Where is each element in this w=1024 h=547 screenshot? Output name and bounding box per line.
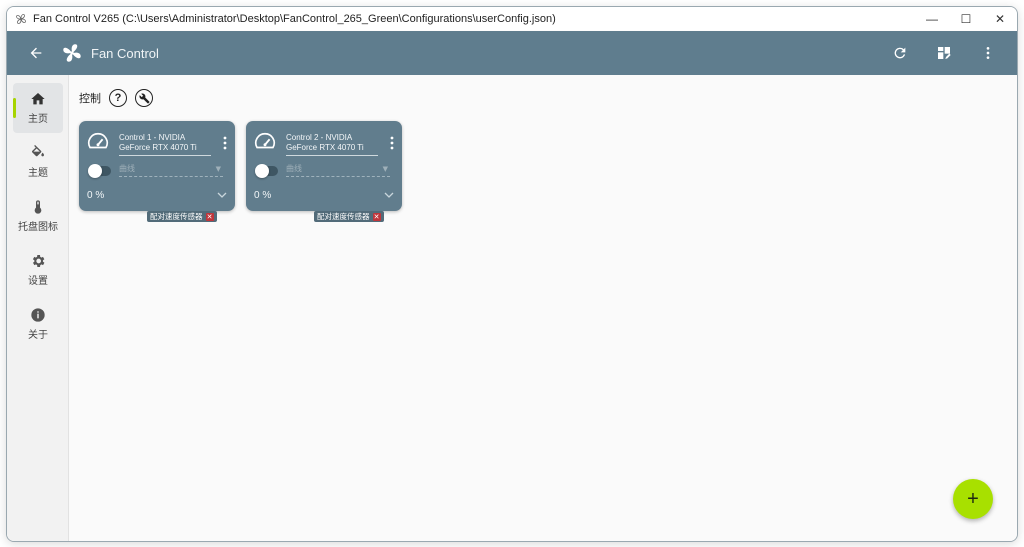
close-icon[interactable]: ✕ bbox=[205, 212, 214, 221]
refresh-icon[interactable] bbox=[885, 38, 915, 68]
thermometer-icon bbox=[34, 200, 42, 214]
title-bar: Fan Control V265 (C:\Users\Administrator… bbox=[7, 7, 1017, 31]
curve-select[interactable]: 曲线 ▼ bbox=[119, 163, 223, 177]
control-percent: 0 % bbox=[254, 190, 272, 201]
sidebar-item-label: 托盘图标 bbox=[18, 222, 58, 233]
help-icon[interactable]: ? bbox=[109, 89, 127, 107]
app-window: Fan Control V265 (C:\Users\Administrator… bbox=[6, 6, 1018, 542]
sidebar-item-label: 设置 bbox=[28, 276, 48, 287]
control-name[interactable]: Control 2 - NVIDIA GeForce RTX 4070 Ti bbox=[286, 133, 378, 156]
control-card: Control 1 - NVIDIA GeForce RTX 4070 Ti 曲… bbox=[79, 121, 235, 211]
sidebar-item-tray-icon[interactable]: 托盘图标 bbox=[13, 191, 63, 241]
chevron-down-icon[interactable] bbox=[384, 191, 394, 199]
pair-badge-label: 配对速度传感器 bbox=[317, 212, 370, 221]
layout-edit-icon[interactable] bbox=[929, 38, 959, 68]
sidebar-item-about[interactable]: 关于 bbox=[13, 299, 63, 349]
more-vert-icon[interactable] bbox=[223, 136, 227, 150]
caret-down-icon: ▼ bbox=[382, 165, 388, 173]
app-bar: Fan Control bbox=[7, 31, 1017, 75]
section-header: 控制 ? bbox=[79, 89, 161, 107]
close-icon[interactable]: ✕ bbox=[372, 212, 381, 221]
close-button[interactable]: ✕ bbox=[983, 7, 1017, 31]
pair-speed-sensor-badge[interactable]: 配对速度传感器 ✕ bbox=[314, 211, 384, 222]
caret-down-icon: ▼ bbox=[215, 165, 221, 173]
sidebar-item-theme[interactable]: 主题 bbox=[13, 137, 63, 187]
gear-icon bbox=[32, 255, 45, 267]
control-card: Control 2 - NVIDIA GeForce RTX 4070 Ti 曲… bbox=[246, 121, 402, 211]
app-bar-actions bbox=[885, 31, 1017, 75]
chevron-down-icon[interactable] bbox=[217, 191, 227, 199]
wrench-icon[interactable] bbox=[135, 89, 153, 107]
control-percent: 0 % bbox=[87, 190, 105, 201]
fan-logo-icon bbox=[61, 42, 83, 64]
info-icon bbox=[31, 308, 45, 322]
speedometer-icon bbox=[254, 132, 276, 149]
add-button[interactable]: + bbox=[953, 479, 993, 519]
toggle-knob bbox=[255, 164, 269, 178]
home-icon bbox=[31, 93, 45, 105]
more-vert-icon[interactable] bbox=[390, 136, 394, 150]
section-title: 控制 bbox=[79, 92, 101, 105]
sidebar-item-label: 主页 bbox=[28, 114, 48, 125]
curve-select-placeholder: 曲线 bbox=[286, 164, 302, 173]
toggle-knob bbox=[88, 164, 102, 178]
app-title: Fan Control bbox=[91, 45, 159, 61]
minimize-button[interactable]: — bbox=[915, 7, 949, 31]
pair-speed-sensor-badge[interactable]: 配对速度传感器 ✕ bbox=[147, 211, 217, 222]
control-name[interactable]: Control 1 - NVIDIA GeForce RTX 4070 Ti bbox=[119, 133, 211, 156]
maximize-button[interactable]: ☐ bbox=[949, 7, 983, 31]
enable-toggle[interactable] bbox=[255, 164, 278, 178]
sidebar-item-label: 关于 bbox=[28, 330, 48, 341]
curve-select-placeholder: 曲线 bbox=[119, 164, 135, 173]
sidebar-item-home[interactable]: 主页 bbox=[13, 83, 63, 133]
back-arrow-icon[interactable] bbox=[27, 44, 45, 62]
app-window-icon bbox=[15, 13, 27, 25]
sidebar-item-label: 主题 bbox=[28, 168, 48, 179]
pair-badge-label: 配对速度传感器 bbox=[150, 212, 203, 221]
window-controls: — ☐ ✕ bbox=[915, 7, 1017, 31]
main-content: 控制 ? Control 1 - NVIDIA GeForce RTX 4070… bbox=[69, 75, 1017, 541]
paint-bucket-icon bbox=[31, 145, 44, 157]
sidebar: 主页 主题 托盘图标 设置 关于 bbox=[7, 75, 69, 541]
speedometer-icon bbox=[87, 132, 109, 149]
window-title: Fan Control V265 (C:\Users\Administrator… bbox=[33, 13, 556, 25]
more-vert-icon[interactable] bbox=[973, 38, 1003, 68]
sidebar-item-settings[interactable]: 设置 bbox=[13, 245, 63, 295]
curve-select[interactable]: 曲线 ▼ bbox=[286, 163, 390, 177]
enable-toggle[interactable] bbox=[88, 164, 111, 178]
